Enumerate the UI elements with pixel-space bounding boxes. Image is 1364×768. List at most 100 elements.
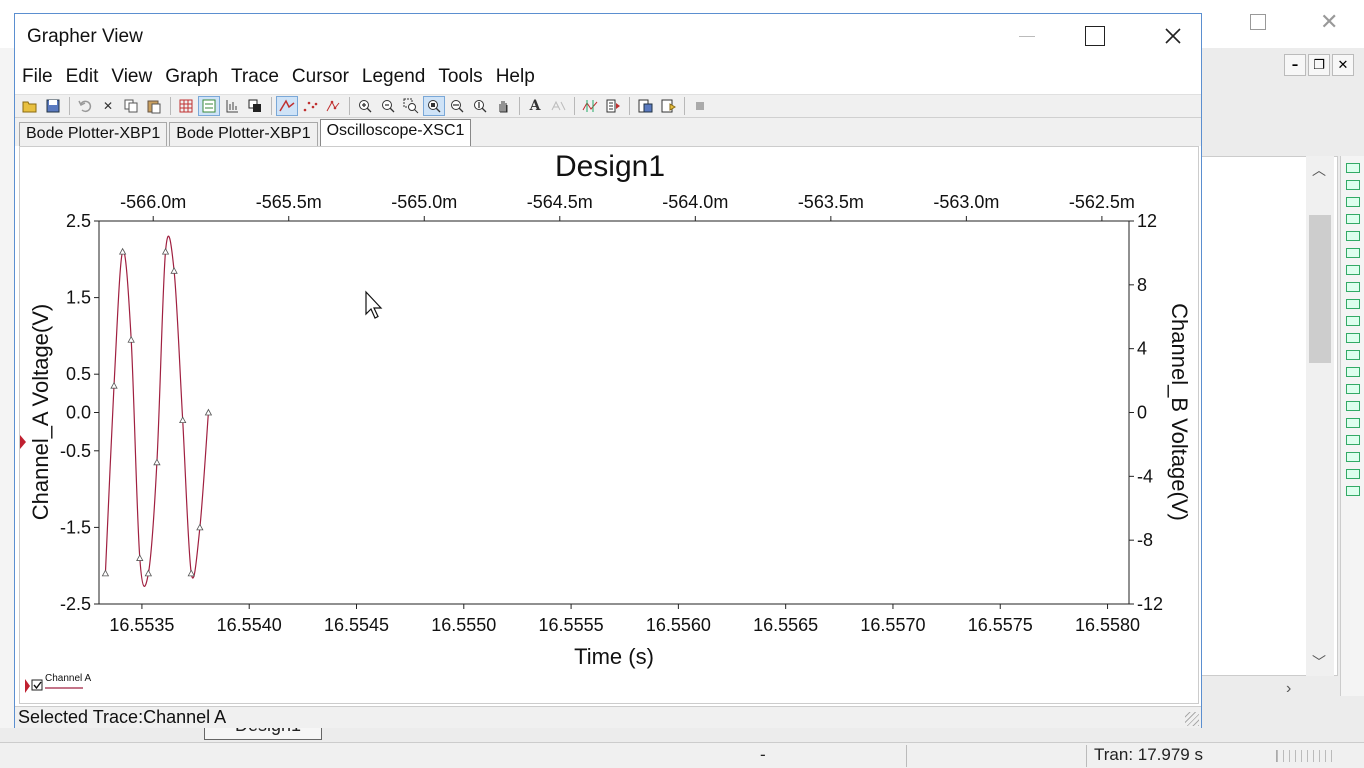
menu-cursor[interactable]: Cursor — [286, 66, 355, 88]
menu-trace[interactable]: Trace — [225, 66, 285, 88]
y-tick-label: -2.5 — [60, 594, 91, 614]
export-icon[interactable] — [634, 96, 656, 116]
x2-tick-label: -564.5m — [527, 192, 593, 212]
undo-icon[interactable] — [74, 96, 96, 116]
oscilloscope-chart[interactable]: Design1 -566.0m -565.5m -565.0m -564.5m -564… — [20, 147, 1200, 705]
y-axis-label: Channel_A Voltage(V) — [28, 304, 53, 521]
zoom-full-icon[interactable] — [423, 96, 445, 116]
menu-help[interactable]: Help — [490, 66, 541, 88]
close-icon[interactable] — [1155, 18, 1191, 54]
cut-icon[interactable]: ✕ — [97, 96, 119, 116]
desktop: ✕ – ❐ ✕ ︿ ﹀ › Design1 - Tran: 17.97 — [0, 0, 1364, 768]
x-tick-label: 16.5555 — [539, 615, 604, 635]
cursor-data-icon[interactable] — [602, 96, 624, 116]
background-close-icon[interactable]: ✕ — [1320, 10, 1338, 35]
x-tick-label: 16.5550 — [431, 615, 496, 635]
instrument-icon[interactable] — [1346, 231, 1360, 241]
y2-axis-label: Channel_B Voltage(V) — [1167, 303, 1192, 521]
menu-tools[interactable]: Tools — [432, 66, 488, 88]
open-icon[interactable] — [19, 96, 41, 116]
bottom-axis-ticks: 16.5535 16.5540 16.5545 16.5550 16.5555 16.55… — [109, 604, 1140, 635]
zoom-x-icon[interactable] — [446, 96, 468, 116]
menu-graph[interactable]: Graph — [159, 66, 224, 88]
cursors-icon[interactable] — [579, 96, 601, 116]
zoom-in-icon[interactable] — [354, 96, 376, 116]
status-mid: - — [760, 745, 766, 764]
instrument-icon[interactable] — [1346, 299, 1360, 309]
tab-bode-plotter-2[interactable]: Bode Plotter-XBP1 — [169, 122, 318, 146]
tab-bode-plotter-1[interactable]: Bode Plotter-XBP1 — [19, 122, 168, 146]
instrument-icon[interactable] — [1346, 248, 1360, 258]
line-dot-trace-icon[interactable] — [322, 96, 344, 116]
zoom-area-icon[interactable] — [400, 96, 422, 116]
plot-panel[interactable]: Design1 -566.0m -565.5m -565.0m -564.5m -564… — [19, 146, 1199, 704]
instrument-icon[interactable] — [1346, 367, 1360, 377]
axes-icon[interactable] — [221, 96, 243, 116]
grid-icon[interactable] — [175, 96, 197, 116]
line-trace-icon[interactable] — [276, 96, 298, 116]
mdi-restore-icon[interactable]: ❐ — [1308, 54, 1330, 76]
instrument-icon[interactable] — [1346, 163, 1360, 173]
mdi-close-icon[interactable]: ✕ — [1332, 54, 1354, 76]
instrument-icon[interactable] — [1346, 265, 1360, 275]
instrument-icon[interactable] — [1346, 401, 1360, 411]
instrument-icon[interactable] — [1346, 384, 1360, 394]
status-separator — [1086, 745, 1087, 767]
x-tick-label: 16.5540 — [217, 615, 282, 635]
save-icon[interactable] — [42, 96, 64, 116]
menu-file[interactable]: File — [16, 66, 59, 88]
legend-icon[interactable] — [198, 96, 220, 116]
y2-tick-label: -12 — [1137, 594, 1163, 614]
resize-grip[interactable] — [1185, 712, 1199, 726]
y-tick-label: 0.0 — [66, 403, 91, 423]
legend-checkbox[interactable] — [31, 679, 43, 691]
stop-icon[interactable] — [689, 96, 711, 116]
label-icon[interactable] — [547, 96, 569, 116]
x-tick-label: 16.5560 — [646, 615, 711, 635]
instrument-icon[interactable] — [1346, 469, 1360, 479]
window-titlebar[interactable]: Grapher View — [15, 14, 1201, 58]
scroll-up-icon[interactable]: ︿ — [1312, 160, 1326, 180]
background-maximize-icon[interactable] — [1250, 14, 1266, 30]
y2-tick-label: -8 — [1137, 530, 1153, 550]
text-icon[interactable]: A — [524, 96, 546, 116]
x-tick-label: 16.5535 — [109, 615, 174, 635]
toolbar: ✕ A — [15, 94, 1201, 118]
dot-trace-icon[interactable] — [299, 96, 321, 116]
zoom-y-icon[interactable] — [469, 96, 491, 116]
instrument-icon[interactable] — [1346, 180, 1360, 190]
instrument-icon[interactable] — [1346, 435, 1360, 445]
scrollbar-thumb[interactable] — [1309, 215, 1331, 363]
copy-icon[interactable] — [120, 96, 142, 116]
instrument-icon[interactable] — [1346, 452, 1360, 462]
instrument-icon[interactable] — [1346, 214, 1360, 224]
toolbar-separator — [170, 97, 171, 115]
instrument-icon[interactable] — [1346, 486, 1360, 496]
instrument-icon[interactable] — [1346, 333, 1360, 343]
instrument-icon[interactable] — [1346, 282, 1360, 292]
instrument-icon[interactable] — [1346, 316, 1360, 326]
instrument-icon[interactable] — [1346, 418, 1360, 428]
mdi-minimize-icon[interactable]: – — [1284, 54, 1306, 76]
instrument-icon[interactable] — [1346, 197, 1360, 207]
paste-icon[interactable] — [143, 96, 165, 116]
zoom-out-icon[interactable] — [377, 96, 399, 116]
maximize-icon[interactable] — [1085, 26, 1105, 46]
tab-oscilloscope[interactable]: Oscilloscope-XSC1 — [319, 119, 472, 146]
x-tick-label: 16.5565 — [753, 615, 818, 635]
scroll-down-icon[interactable]: ﹀ — [1312, 652, 1326, 672]
instrument-icon[interactable] — [1346, 350, 1360, 360]
menu-legend[interactable]: Legend — [356, 66, 431, 88]
simulation-time: Tran: 17.979 s — [1094, 745, 1203, 764]
status-separator — [906, 745, 907, 767]
pan-icon[interactable] — [492, 96, 514, 116]
x2-tick-label: -564.0m — [662, 192, 728, 212]
menu-view[interactable]: View — [105, 66, 158, 88]
overlay-icon[interactable] — [244, 96, 266, 116]
menu-edit[interactable]: Edit — [60, 66, 105, 88]
minimize-icon[interactable] — [1015, 18, 1039, 54]
toolbar-separator — [271, 97, 272, 115]
export-data-icon[interactable] — [657, 96, 679, 116]
scroll-right-icon[interactable]: › — [1286, 680, 1291, 698]
y2-tick-label: -4 — [1137, 466, 1153, 486]
